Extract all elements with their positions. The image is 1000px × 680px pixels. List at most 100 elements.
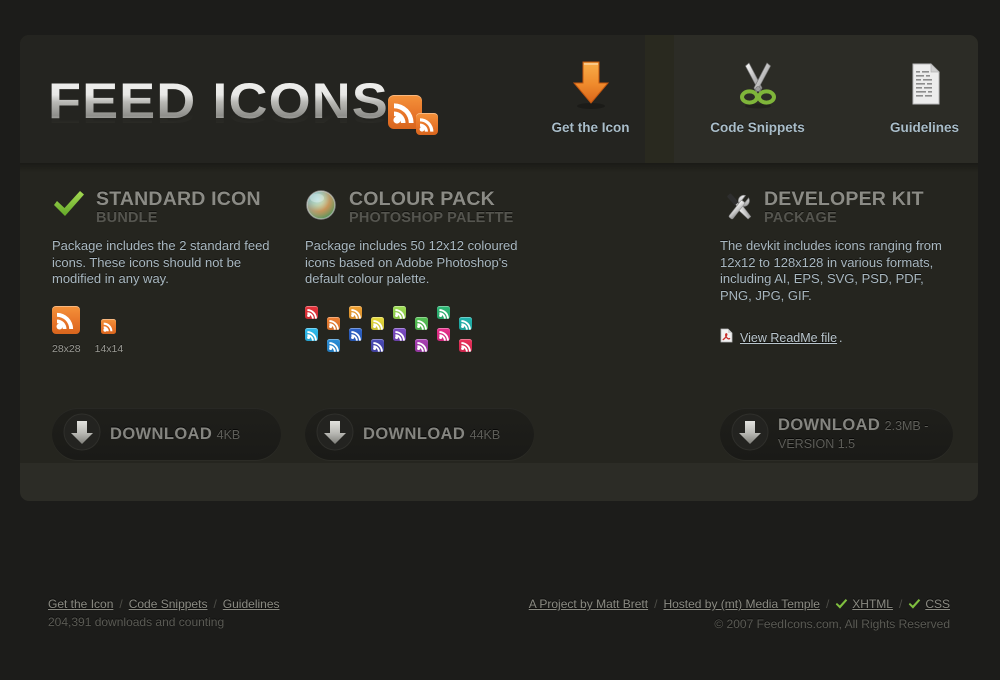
readme-punctuation: . bbox=[839, 331, 843, 345]
colour-swatch-icon bbox=[305, 305, 318, 319]
footer-credit-links: A Project by Matt Brett / Hosted by (mt) M… bbox=[529, 595, 950, 615]
column-heading: COLOUR PACK PHOTOSHOP PALETTE bbox=[305, 163, 555, 226]
colour-swatch-icon bbox=[393, 305, 406, 319]
package-column-colour-pack: COLOUR PACK PHOTOSHOP PALETTE Package in… bbox=[305, 163, 555, 368]
column-heading: STANDARD ICON BUNDLE bbox=[52, 163, 302, 226]
footer-link-code-snippets[interactable]: Code Snippets bbox=[129, 597, 208, 611]
rss-waves-icon bbox=[417, 319, 427, 330]
nav-tab-label: Guidelines bbox=[889, 120, 960, 135]
download-button-developer-kit[interactable]: DOWNLOAD 2.3MB - VERSION 1.5 bbox=[720, 408, 953, 460]
main-panel: FEED ICONS FEED ICONS bbox=[20, 35, 978, 501]
rss-waves-icon bbox=[307, 308, 317, 319]
footer-link-xhtml[interactable]: XHTML bbox=[852, 597, 893, 611]
colour-swatch-icon bbox=[305, 327, 318, 341]
package-column-developer-kit: DEVELOPER KIT PACKAGE The devkit include… bbox=[720, 163, 970, 348]
site-header: FEED ICONS FEED ICONS bbox=[20, 35, 978, 163]
footer-left: Get the Icon / Code Snippets / Guidelines 20… bbox=[48, 595, 280, 631]
rss-waves-small-icon bbox=[419, 118, 434, 132]
rss-waves-icon bbox=[461, 341, 471, 352]
footer-separator: / bbox=[654, 597, 658, 611]
nav-tab-label: Get the Icon bbox=[551, 120, 630, 135]
view-readme-link[interactable]: View ReadMe file bbox=[740, 331, 837, 345]
download-arrow-icon bbox=[566, 57, 616, 111]
column-heading: DEVELOPER KIT PACKAGE bbox=[720, 163, 970, 226]
colour-swatch-icon bbox=[371, 316, 384, 330]
column-title: STANDARD ICON bbox=[96, 188, 261, 210]
colour-swatch-icon bbox=[371, 338, 384, 352]
column-description: The devkit includes icons ranging from 1… bbox=[720, 238, 942, 303]
download-arrow-icon bbox=[731, 413, 769, 456]
nav-tab-get-the-icon[interactable]: Get the Icon bbox=[507, 35, 674, 163]
download-size: 44KB bbox=[469, 427, 501, 442]
rss-waves-icon bbox=[395, 330, 405, 341]
download-arrow-icon bbox=[316, 413, 354, 456]
download-counter: 204,391 downloads and counting bbox=[48, 615, 225, 629]
download-button-colour-pack[interactable]: DOWNLOAD 44KB bbox=[305, 408, 534, 460]
rss-waves-icon bbox=[329, 341, 339, 352]
footer-separator: / bbox=[213, 597, 217, 611]
colour-pack-preview bbox=[305, 305, 555, 368]
standard-icon-14: 14x14 bbox=[94, 318, 124, 355]
rss-waves-icon bbox=[56, 312, 74, 329]
column-subtitle: BUNDLE bbox=[96, 210, 158, 226]
rss-waves-icon bbox=[395, 308, 405, 319]
logo-text: FEED ICONS bbox=[48, 73, 389, 129]
footer-link-css[interactable]: CSS bbox=[925, 597, 950, 611]
column-title: DEVELOPER KIT bbox=[764, 188, 924, 210]
rss-waves-icon bbox=[373, 341, 383, 352]
download-label: DOWNLOAD bbox=[363, 424, 466, 443]
download-label: DOWNLOAD bbox=[110, 424, 213, 443]
green-check-icon bbox=[908, 597, 921, 615]
green-check-icon bbox=[52, 189, 92, 219]
colour-sphere-icon bbox=[305, 189, 345, 221]
rss-waves-icon bbox=[461, 319, 471, 330]
rss-waves-icon bbox=[307, 330, 317, 341]
colour-swatch-icon bbox=[349, 305, 362, 319]
footer-separator: / bbox=[898, 597, 903, 611]
scissors-icon bbox=[732, 57, 784, 111]
footer-nav-links: Get the Icon / Code Snippets / Guidelines bbox=[48, 595, 280, 613]
column-subtitle: PACKAGE bbox=[764, 210, 837, 226]
site-logo[interactable]: FEED ICONS FEED ICONS bbox=[48, 75, 438, 161]
standard-icon-preview: 28x28 14x14 bbox=[52, 305, 302, 368]
colour-swatch-icon bbox=[327, 316, 340, 330]
rss-waves-icon bbox=[417, 341, 427, 352]
panel-bottom-bar bbox=[20, 463, 978, 501]
footer-separator: / bbox=[119, 597, 123, 611]
nav-tab-code-snippets[interactable]: Code Snippets bbox=[674, 35, 841, 163]
package-column-standard-icon: STANDARD ICON BUNDLE Package includes th… bbox=[52, 163, 302, 368]
rss-waves-icon bbox=[439, 308, 449, 319]
footer-link-matt-brett[interactable]: A Project by Matt Brett bbox=[529, 597, 648, 611]
column-description: Package includes 50 12x12 coloured icons… bbox=[305, 238, 518, 286]
standard-icon-size-label: 28x28 bbox=[52, 342, 81, 355]
tools-icon bbox=[720, 189, 760, 225]
green-check-icon bbox=[835, 597, 848, 615]
column-description: Package includes the 2 standard feed ico… bbox=[52, 238, 270, 286]
footer-link-media-temple[interactable]: Hosted by (mt) Media Temple bbox=[663, 597, 820, 611]
footer-link-get-the-icon[interactable]: Get the Icon bbox=[48, 597, 113, 611]
rss-waves-icon bbox=[103, 322, 113, 332]
rss-waves-icon bbox=[351, 308, 361, 319]
colour-swatch-icon bbox=[349, 327, 362, 341]
standard-icon-size-label: 14x14 bbox=[94, 342, 124, 355]
footer-separator: / bbox=[825, 597, 830, 611]
pdf-icon bbox=[720, 328, 733, 348]
download-arrow-icon bbox=[63, 413, 101, 456]
standard-icon-28: 28x28 bbox=[52, 305, 81, 355]
footer-link-guidelines[interactable]: Guidelines bbox=[223, 597, 280, 611]
content-area: STANDARD ICON BUNDLE Package includes th… bbox=[20, 163, 978, 463]
download-label: DOWNLOAD bbox=[778, 415, 881, 434]
colour-swatch-icon bbox=[327, 338, 340, 352]
rss-waves-icon bbox=[439, 330, 449, 341]
colour-swatch-icon bbox=[437, 305, 450, 319]
rss-feed-icon bbox=[388, 95, 444, 141]
colour-swatch-icon bbox=[415, 338, 428, 352]
rss-waves-icon bbox=[329, 319, 339, 330]
colour-swatch-icon bbox=[437, 327, 450, 341]
nav-tab-guidelines[interactable]: Guidelines bbox=[841, 35, 978, 163]
download-button-standard-icon[interactable]: DOWNLOAD 4KB bbox=[52, 408, 281, 460]
colour-swatch-grid bbox=[305, 305, 535, 354]
rss-waves-icon bbox=[351, 330, 361, 341]
colour-swatch-icon bbox=[459, 316, 472, 330]
document-icon bbox=[903, 57, 947, 111]
